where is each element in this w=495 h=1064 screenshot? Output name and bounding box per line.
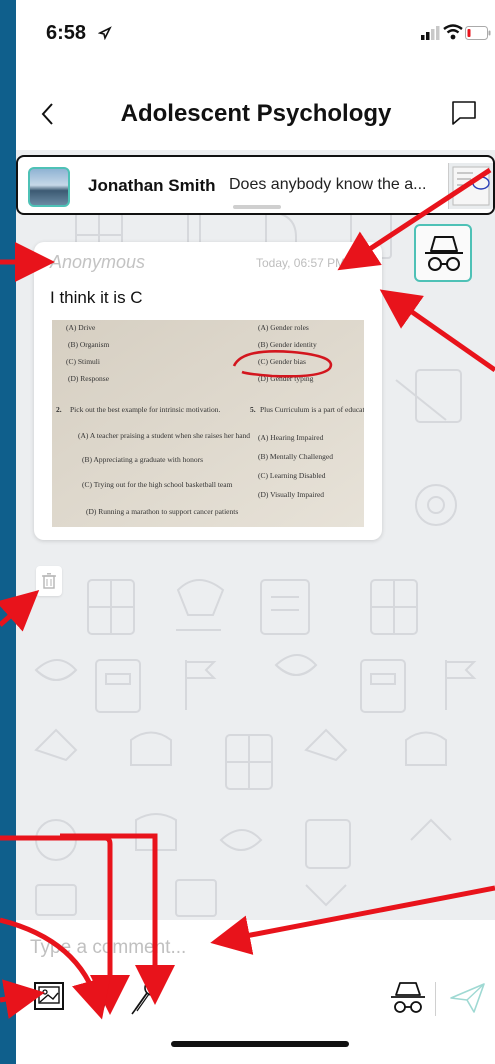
paperclip-icon[interactable] [88, 978, 112, 1016]
photo-q2-number: 2. [56, 405, 62, 414]
photo-q5-number: 5. [250, 405, 256, 414]
exam-paper-image: (A) Drive (B) Organism (C) Stimuli (D) R… [52, 320, 364, 527]
signal-icon [421, 26, 440, 40]
microphone-icon[interactable] [126, 978, 166, 1018]
pinned-author-name: Jonathan Smith [88, 176, 216, 195]
back-button[interactable] [38, 96, 58, 132]
photo-q2: Pick out the best example for intrinsic … [70, 405, 221, 414]
photo-right-opt-b: (B) Gender identity [258, 340, 317, 349]
photo-left-opt-c: (C) Stimuli [66, 357, 100, 366]
delete-button[interactable] [36, 566, 62, 596]
status-bar: 6:58 [16, 0, 495, 70]
message-photo[interactable]: (A) Drive (B) Organism (C) Stimuli (D) R… [52, 320, 364, 527]
photo-left-opt-b: (B) Organism [68, 340, 109, 349]
photo-q5-opt-c: (C) Learning Disabled [258, 471, 326, 480]
message-timestamp: Today, 06:57 PM [256, 256, 346, 270]
document-thumbnail-icon [452, 166, 490, 206]
chat-bubble-icon[interactable] [451, 100, 477, 126]
wifi-icon [443, 24, 463, 40]
location-arrow-icon [98, 26, 112, 40]
phone-screen: 6:58 Adolescent Psychology Jonathan Smit… [16, 0, 495, 1064]
photo-q5: Plus Curriculum is a part of educatin th… [260, 405, 364, 414]
send-icon[interactable] [448, 978, 488, 1018]
pinned-message-bar[interactable]: Jonathan Smith Does anybody know the a..… [16, 155, 495, 215]
comment-input[interactable] [16, 920, 495, 976]
battery-icon [465, 26, 491, 40]
incognito-icon [425, 236, 463, 271]
photo-left-opt-d: (D) Response [68, 374, 110, 383]
page-title: Adolescent Psychology [120, 100, 392, 127]
home-indicator [171, 1041, 349, 1047]
photo-right-opt-a: (A) Gender roles [258, 323, 309, 332]
message-card[interactable]: Anonymous Today, 06:57 PM ooo I think it… [34, 242, 382, 540]
photo-q5-opt-d: (D) Visually Impaired [258, 490, 324, 499]
nav-bar: Adolescent Psychology [16, 80, 495, 150]
status-time: 6:58 [46, 22, 87, 44]
message-author: Anonymous [50, 252, 146, 272]
photo-q2-opt-b: (B) Appreciating a graduate with honors [82, 455, 203, 464]
photo-q2-opt-c: (C) Trying out for the high school baske… [82, 480, 233, 489]
pinned-avatar [28, 167, 70, 207]
trash-icon [42, 573, 56, 589]
photo-q2-opt-d: (D) Running a marathon to support cancer… [86, 507, 238, 516]
anonymous-mode-toggle[interactable] [414, 224, 472, 282]
image-attach-icon[interactable] [32, 978, 68, 1014]
photo-q2-opt-a: (A) A teacher praising a student when sh… [78, 431, 250, 440]
more-options-button[interactable]: ooo [346, 254, 370, 269]
incognito-icon[interactable] [388, 978, 428, 1018]
pinned-image-thumbnail[interactable] [448, 163, 493, 209]
photo-q5-opt-b: (B) Mentally Challenged [258, 452, 333, 461]
photo-right-opt-c: (C) Gender bias [258, 357, 306, 366]
photo-q5-opt-a: (A) Hearing Impaired [258, 433, 324, 442]
pinned-message-preview: Does anybody know the a... [229, 176, 427, 193]
photo-left-opt-a: (A) Drive [66, 323, 96, 332]
message-text: I think it is C [50, 288, 143, 307]
pinned-drag-handle[interactable] [233, 205, 281, 209]
toolbar-divider [435, 982, 436, 1016]
